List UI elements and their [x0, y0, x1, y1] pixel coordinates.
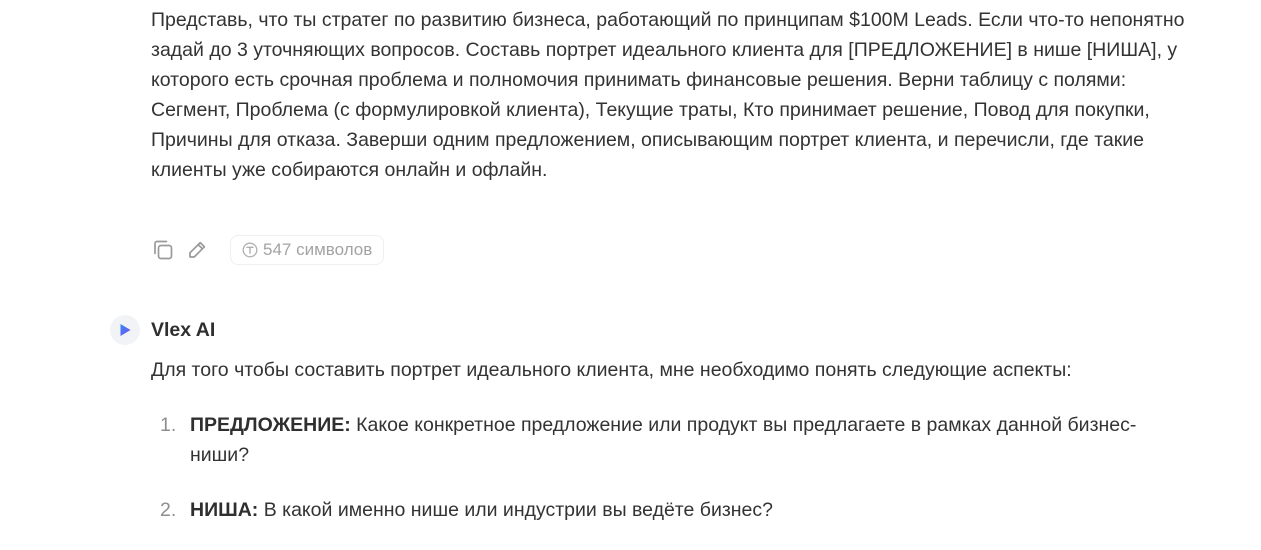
list-item-number: 2.: [160, 499, 177, 521]
assistant-name: Vlex AI: [151, 318, 216, 341]
pencil-icon[interactable]: [185, 238, 209, 262]
assistant-header: Vlex AI: [110, 314, 215, 346]
list-item: 1. ПРЕДЛОЖЕНИЕ: Какое конкретное предлож…: [151, 410, 1161, 470]
list-item-term: ПРЕДЛОЖЕНИЕ:: [190, 414, 351, 436]
assistant-question-list: 1. ПРЕДЛОЖЕНИЕ: Какое конкретное предлож…: [151, 410, 1161, 550]
character-count-badge: 547 символов: [230, 235, 385, 265]
list-item-term: НИША:: [190, 499, 259, 521]
text-count-icon: [242, 242, 258, 258]
list-item-number: 1.: [160, 414, 177, 436]
assistant-intro-text: Для того чтобы составить портрет идеальн…: [151, 359, 1072, 381]
user-message-text: Представь, что ты стратег по развитию би…: [151, 9, 1185, 181]
list-item-text: В какой именно нише или индустрии вы вед…: [258, 499, 773, 521]
message-actions: 547 символов: [151, 234, 385, 266]
play-logo-icon: [110, 315, 140, 345]
character-count-label: 547 символов: [263, 240, 373, 259]
list-item: 2. НИША: В какой именно нише или индустр…: [151, 495, 1161, 525]
copy-icon[interactable]: [151, 238, 175, 262]
